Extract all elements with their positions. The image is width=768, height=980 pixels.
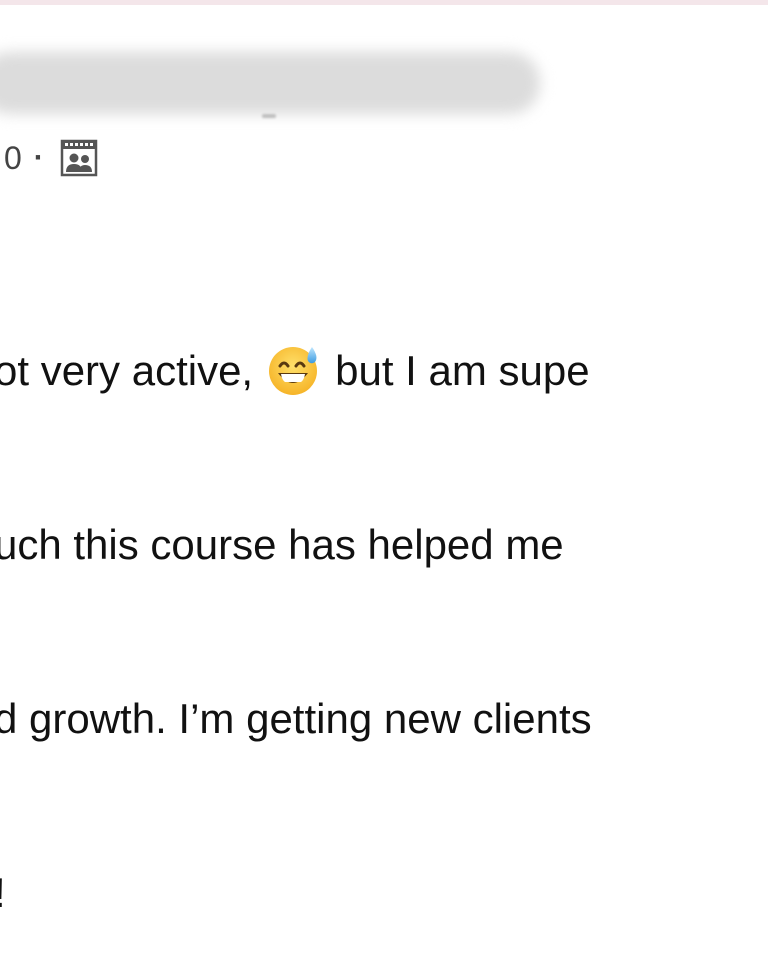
post-body-text: ot very active, but I am supe uch this c… [0, 226, 768, 980]
top-border-strip [0, 0, 768, 5]
post-meta-row: 0 · [0, 138, 98, 178]
redacted-artifact [262, 114, 276, 118]
post-line-3: d growth. I’m getting new clients [0, 695, 592, 742]
redacted-author-name [0, 52, 540, 114]
post-timestamp[interactable]: 0 [4, 140, 22, 177]
group-audience-icon[interactable] [60, 139, 98, 177]
post-line-2: uch this course has helped me [0, 521, 564, 568]
post-line-1: ot very active, but I am supe [0, 342, 768, 400]
post-line-4: ! [0, 864, 768, 922]
grinning-face-with-sweat-emoji-icon [267, 343, 321, 397]
post-text-segment: ot very active, [0, 347, 254, 394]
meta-separator: · [33, 141, 44, 174]
post-text-segment: but I am supe [335, 347, 590, 394]
